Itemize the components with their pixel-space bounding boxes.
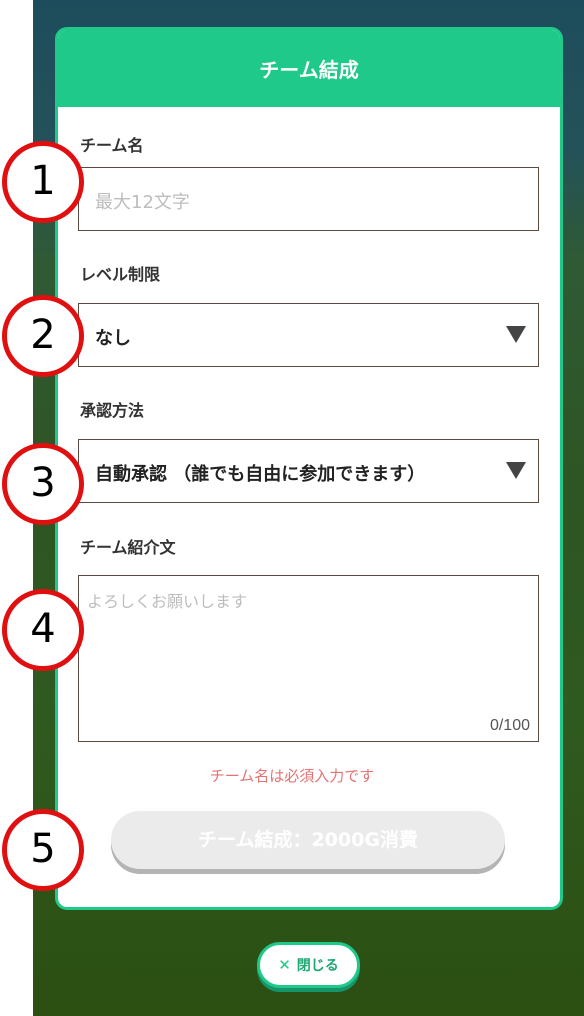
team-intro-textarea[interactable]: よろしくお願いします 0/100	[78, 575, 539, 742]
close-button-label: 閉じる	[296, 958, 339, 974]
team-intro-label: チーム紹介文	[80, 538, 176, 557]
modal-title: チーム結成	[58, 30, 560, 107]
annotation-marker-1: 1	[2, 141, 84, 223]
team-intro-placeholder: よろしくお願いします	[87, 592, 248, 611]
approval-method-label: 承認方法	[80, 401, 145, 420]
team-name-placeholder: 最大12文字	[95, 192, 190, 213]
error-message: チーム名は必須入力です	[209, 767, 375, 785]
close-button[interactable]: ✕ 閉じる	[257, 942, 360, 988]
team-name-input[interactable]: 最大12文字	[78, 167, 539, 231]
level-limit-value: なし	[95, 328, 131, 349]
team-name-label: チーム名	[80, 136, 144, 155]
level-limit-label: レベル制限	[80, 265, 161, 284]
triangle-down-icon	[506, 326, 526, 343]
character-count: 0/100	[489, 717, 530, 734]
approval-method-select[interactable]: 自動承認 （誰でも自由に参加できます）	[78, 439, 539, 503]
triangle-down-icon	[506, 462, 526, 479]
level-limit-select[interactable]: なし	[78, 303, 539, 367]
annotation-marker-5: 5	[2, 809, 84, 891]
close-icon: ✕	[278, 956, 291, 974]
team-create-submit-button[interactable]: チーム結成：2000G消費	[111, 811, 505, 869]
annotation-marker-2: 2	[2, 295, 84, 377]
annotation-marker-4: 4	[2, 589, 84, 671]
approval-method-value: 自動承認 （誰でも自由に参加できます）	[95, 464, 426, 485]
annotation-marker-3: 3	[2, 443, 84, 525]
